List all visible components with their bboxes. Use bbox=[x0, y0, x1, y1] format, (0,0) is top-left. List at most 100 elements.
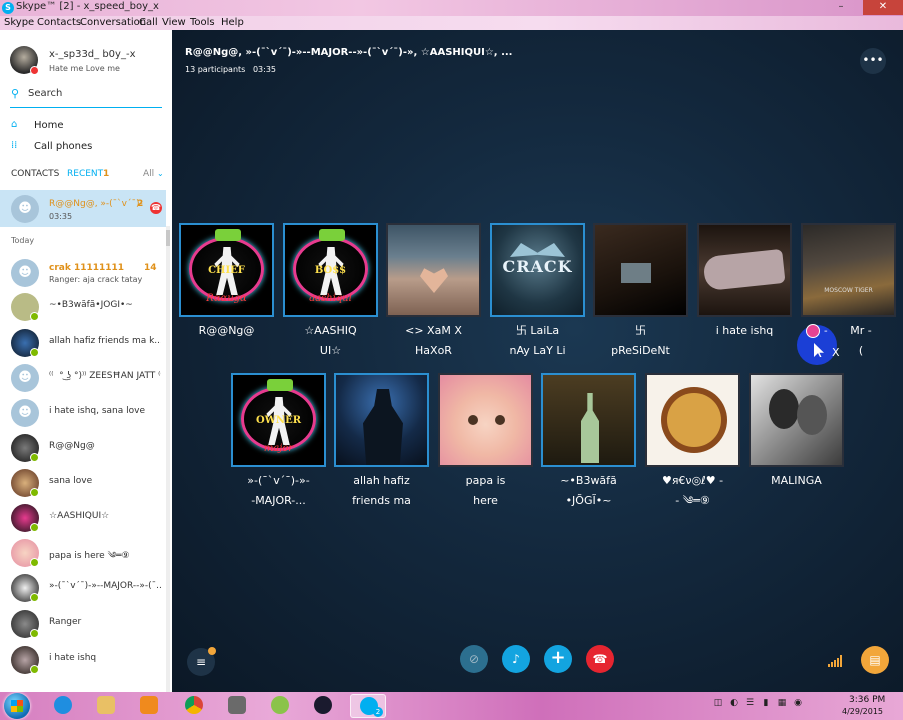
participant-name-line1: ♥я€ν◎ℓ♥ - bbox=[661, 474, 724, 487]
participant-tile[interactable]: 卐 pReSiDeNt bbox=[593, 223, 688, 357]
taskbar-media-player[interactable] bbox=[131, 694, 167, 718]
unread-count-badge: 2 bbox=[137, 199, 144, 209]
taskbar-app[interactable] bbox=[305, 694, 341, 718]
contact-name: ☆AASHIQUI☆ bbox=[49, 511, 110, 521]
call-quality-icon[interactable] bbox=[828, 655, 842, 667]
call-controls: ≡ ⊘ ♪ + ☎ ▤ bbox=[172, 640, 903, 680]
overlay-mark-x: X bbox=[832, 346, 840, 359]
taskbar-internet-explorer[interactable] bbox=[45, 694, 81, 718]
contact-tabs: CONTACTS RECENT 1 All ⌄ bbox=[0, 166, 172, 186]
recent-count-badge: 1 bbox=[103, 169, 110, 179]
online-status-icon bbox=[30, 453, 39, 462]
list-item[interactable]: ☻ crak 11111111 Ranger: aja crack tatay … bbox=[0, 256, 166, 290]
tray-icon[interactable]: ◐ bbox=[726, 698, 742, 708]
list-item[interactable]: ☻ i hate ishq, sana love bbox=[0, 396, 166, 430]
list-item[interactable]: »-(¯`v´¯)-»--MAJOR--»-(¯... bbox=[0, 571, 166, 605]
search-input[interactable]: ⚲ Search bbox=[10, 82, 162, 108]
participant-tile[interactable]: <> XaM X HaXoR bbox=[386, 223, 481, 357]
tray-icon[interactable]: ☰ bbox=[742, 698, 758, 708]
clock-time[interactable]: 3:36 PM bbox=[849, 695, 885, 705]
mute-microphone-button[interactable]: ♪ bbox=[502, 645, 530, 673]
group-icon: ☻ bbox=[11, 364, 39, 392]
menu-contacts[interactable]: Contacts bbox=[37, 16, 81, 29]
poster-title: OWNER bbox=[255, 415, 301, 426]
menu-skype[interactable]: Skype bbox=[4, 16, 34, 29]
network-icon[interactable]: ▦ bbox=[774, 698, 790, 708]
volume-icon[interactable]: ◉ bbox=[790, 698, 806, 708]
participant-name-line1: ~•B3wãfã bbox=[560, 474, 617, 487]
profile-status-icon bbox=[30, 66, 39, 75]
list-item[interactable]: ☆AASHIQUI☆ bbox=[0, 501, 166, 535]
participant-name: »-(¯`v´¯)-»- -MAJOR-... bbox=[223, 471, 334, 511]
menu-view[interactable]: View bbox=[162, 16, 186, 29]
menu-call[interactable]: Call bbox=[139, 16, 158, 29]
person-head bbox=[769, 389, 799, 429]
call-duration: 03:35 bbox=[252, 65, 277, 74]
list-item[interactable]: i hate ishq bbox=[0, 643, 166, 677]
participant-tile[interactable]: CHIEF Rααиgα R@@Ng@ bbox=[179, 223, 274, 337]
tray-icon[interactable]: ◫ bbox=[710, 698, 726, 708]
add-participant-button[interactable]: + bbox=[544, 645, 572, 673]
taskbar-app[interactable] bbox=[262, 694, 298, 718]
participant-tile[interactable]: ♥я€ν◎ℓ♥ - - ༄═⑨ bbox=[645, 373, 740, 507]
profile-mood[interactable]: Hate me Love me bbox=[49, 64, 120, 73]
close-button[interactable]: ✕ bbox=[863, 0, 903, 15]
filter-all-dropdown[interactable]: All bbox=[143, 169, 154, 179]
menu-help[interactable]: Help bbox=[221, 16, 244, 29]
list-item[interactable]: Ranger bbox=[0, 607, 166, 641]
tab-contacts[interactable]: CONTACTS bbox=[11, 169, 59, 179]
participant-tile[interactable]: BO$$ aashiqui ☆AASHIQ UI☆ bbox=[283, 223, 378, 357]
list-item[interactable]: sana love bbox=[0, 466, 166, 500]
menu-conversation[interactable]: Conversation bbox=[80, 16, 146, 29]
participant-tile[interactable]: MOSCOW TIGER Mr - ( bbox=[801, 223, 896, 357]
chevron-down-icon[interactable]: ⌄ bbox=[157, 169, 164, 178]
participant-tile[interactable]: OWNER major »-(¯`v´¯)-»- -MAJOR-... bbox=[231, 373, 326, 507]
arm-shape bbox=[702, 248, 786, 292]
taskbar-chrome[interactable] bbox=[176, 694, 212, 718]
participant-avatar bbox=[697, 223, 792, 317]
clock-date[interactable]: 4/29/2015 bbox=[842, 707, 883, 716]
taskbar-app[interactable] bbox=[219, 694, 255, 718]
participant-avatar: CRACK bbox=[490, 223, 585, 317]
show-chat-button[interactable]: ▤ bbox=[861, 646, 889, 674]
online-status-icon bbox=[30, 348, 39, 357]
signal-bar bbox=[840, 655, 842, 667]
system-tray[interactable]: ◫ ◐ ☰ ▮ ▦ ◉ bbox=[710, 698, 806, 708]
profile-name[interactable]: x-_sp33d_ b0y_-x bbox=[49, 49, 136, 60]
skype-notification-badge: 2 bbox=[373, 707, 383, 717]
list-item[interactable]: R@@Ng@ bbox=[0, 431, 166, 465]
participant-tile[interactable]: MALINGA bbox=[749, 373, 844, 487]
participant-name-line2: - ༄═⑨ bbox=[675, 494, 710, 507]
participant-tile[interactable]: ~•B3wãfã •JÕGĨ•~ bbox=[541, 373, 636, 507]
toggle-video-button[interactable]: ⊘ bbox=[460, 645, 488, 673]
taskbar-explorer[interactable] bbox=[88, 694, 124, 718]
poster-badge bbox=[319, 229, 345, 241]
hang-up-button[interactable]: ☎ bbox=[586, 645, 614, 673]
minimize-button[interactable]: – bbox=[828, 0, 854, 15]
tray-icon[interactable]: ▮ bbox=[758, 698, 774, 708]
poster-subtitle: major bbox=[263, 443, 294, 454]
participant-name: ~•B3wãfã •JÕGĨ•~ bbox=[533, 471, 644, 511]
participant-tile[interactable]: allah hafiz friends ma bbox=[334, 373, 429, 507]
taskbar-skype[interactable]: 2 bbox=[350, 694, 386, 718]
list-item[interactable]: ~•B3wãfã•JÕGĨ•~ bbox=[0, 290, 166, 324]
participant-tile[interactable]: papa is here bbox=[438, 373, 533, 507]
participant-list-button[interactable]: ≡ bbox=[187, 647, 216, 676]
scrollbar-thumb[interactable] bbox=[166, 230, 170, 246]
list-item[interactable]: papa is here ༄═⑨ bbox=[0, 536, 166, 570]
folder-icon bbox=[97, 696, 115, 714]
list-item[interactable]: ☻ ⁽⁽ ͡ ͡° ͜ʖ ͡°)⁾⁾ ŹÉÉŠĦÄÑ JÄTT ⁽⁽ ͡° bbox=[0, 361, 166, 395]
start-button[interactable] bbox=[4, 693, 30, 719]
contact-list-scrollbar[interactable] bbox=[166, 226, 170, 692]
tab-recent[interactable]: RECENT bbox=[67, 169, 103, 179]
participant-tile[interactable]: CRACK 卐 LaiLa nAy LaY Li bbox=[490, 223, 585, 357]
active-conversation-name: R@@Ng@, »-(¯`v´¯)- bbox=[49, 199, 143, 209]
list-item[interactable]: allah hafiz friends ma k... bbox=[0, 326, 166, 360]
nav-home[interactable]: ⌂ Home bbox=[10, 116, 162, 136]
nav-call-phones[interactable]: ⁞⁞ Call phones bbox=[10, 137, 162, 157]
active-conversation-item[interactable]: ☻ R@@Ng@, »-(¯`v´¯)- 03:35 2 ☎ bbox=[0, 190, 166, 227]
more-options-button[interactable]: ••• bbox=[860, 48, 886, 74]
participant-tile[interactable]: i hate ishq bbox=[697, 223, 792, 337]
menu-tools[interactable]: Tools bbox=[190, 16, 215, 29]
participant-name: <> XaM X HaXoR bbox=[378, 321, 489, 361]
